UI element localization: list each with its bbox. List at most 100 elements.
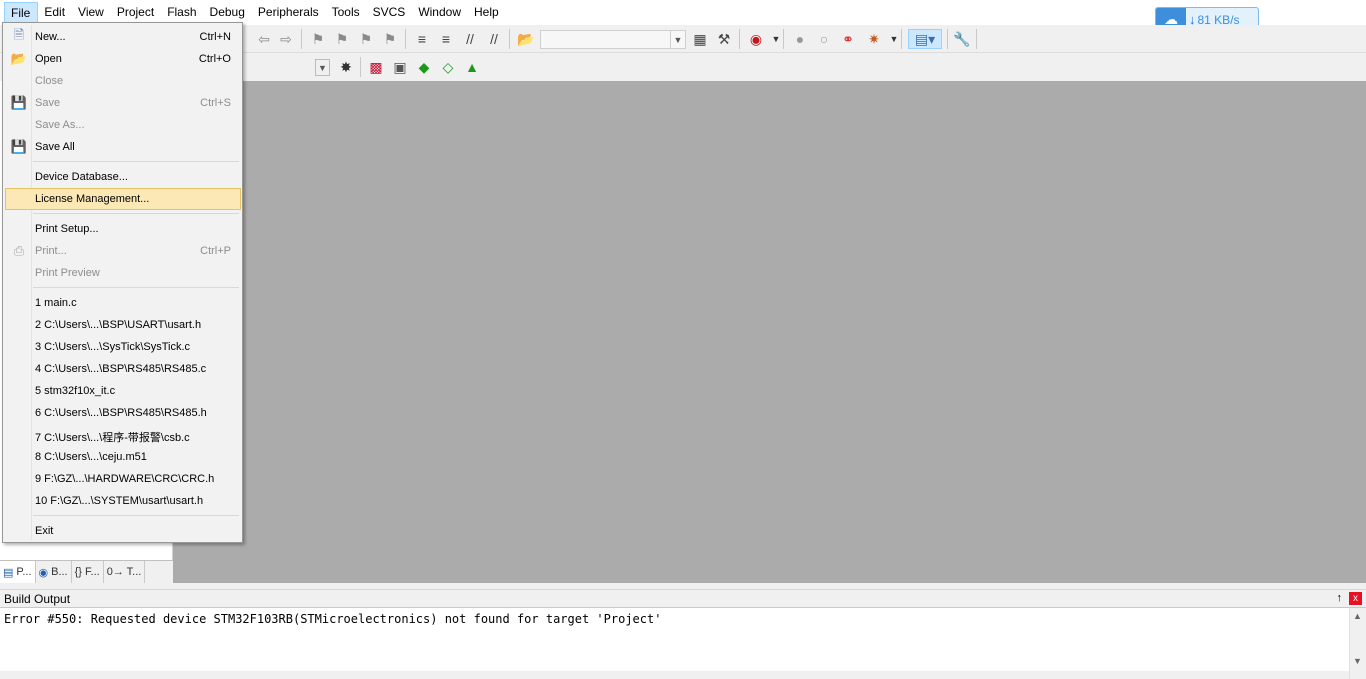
uncomment-icon[interactable]: // — [484, 29, 504, 49]
pack-installer-icon[interactable]: ◆ — [414, 57, 434, 77]
target-combo[interactable]: ▼ — [243, 58, 331, 77]
breakpoint-icon[interactable]: ● — [790, 29, 810, 49]
new-file-icon: 🗎 — [13, 27, 25, 42]
menu-item-recent-file[interactable]: 5 stm32f10x_it.c — [5, 380, 241, 402]
configure-icon[interactable]: 🔧 — [952, 29, 972, 49]
menu-tools[interactable]: Tools — [326, 2, 367, 23]
manage-rte-icon[interactable]: ▲ — [462, 57, 482, 77]
navigate-forward-icon[interactable]: ⇨ — [276, 29, 296, 49]
menu-item-close[interactable]: Close — [5, 70, 241, 92]
select-packs-icon[interactable]: ◇ — [438, 57, 458, 77]
pin-icon[interactable]: ↑ — [1337, 592, 1343, 604]
replace-icon[interactable]: ⚒ — [714, 29, 734, 49]
indent-icon[interactable]: ≡ — [412, 29, 432, 49]
menu-item-recent-file[interactable]: 9 F:\GZ\...\HARDWARE\CRC\CRC.h — [5, 468, 241, 490]
menu-item-open[interactable]: 📂 Open Ctrl+O — [5, 48, 241, 70]
prev-bookmark-icon[interactable]: ⚑ — [332, 29, 352, 49]
app-window: File Edit View Project Flash Debug Perip… — [0, 0, 1366, 679]
menu-item-save[interactable]: 💾 Save Ctrl+S — [5, 92, 241, 114]
menu-item-recent-file[interactable]: 4 C:\Users\...\BSP\RS485\RS485.c — [5, 358, 241, 380]
menu-item-label: 9 F:\GZ\...\HARDWARE\CRC\CRC.h — [35, 473, 215, 485]
menu-item-save-all[interactable]: 💾 Save All — [5, 136, 241, 158]
menu-item-label: License Management... — [35, 193, 150, 205]
scroll-up-icon[interactable]: ▲ — [1353, 611, 1362, 621]
menu-item-license-management[interactable]: License Management... — [5, 188, 241, 210]
menu-edit[interactable]: Edit — [38, 2, 72, 23]
menu-item-recent-file[interactable]: 1 main.c — [5, 292, 241, 314]
books-icon: ◉ — [38, 566, 49, 579]
clear-breakpoints-icon[interactable]: ⚭ — [838, 29, 858, 49]
kill-breakpoints-icon[interactable]: ✷ — [864, 29, 884, 49]
editor-workspace[interactable] — [173, 81, 1366, 583]
tab-books[interactable]: ◉ B... — [36, 561, 72, 583]
menu-peripherals[interactable]: Peripherals — [252, 2, 326, 23]
menu-item-new[interactable]: 🗎 New... Ctrl+N — [5, 26, 241, 48]
project-panel-tabs: ▤ P... ◉ B... {} F... 0→ T... — [0, 560, 173, 583]
menu-item-label: Print... — [35, 245, 67, 257]
menu-item-label: 1 main.c — [35, 297, 77, 309]
incremental-find-icon[interactable]: ◉ — [746, 29, 766, 49]
tab-label: B... — [51, 566, 68, 578]
unindent-icon[interactable]: ≡ — [436, 29, 456, 49]
menu-item-label: Exit — [35, 525, 54, 537]
menu-svcs[interactable]: SVCS — [367, 2, 413, 23]
menu-item-recent-file[interactable]: 10 F:\GZ\...\SYSTEM\usart\usart.h — [5, 490, 241, 512]
window-layout-icon[interactable]: ▤▾ — [908, 29, 942, 49]
menu-item-label: Save As... — [35, 119, 85, 131]
disable-breakpoint-icon[interactable]: ○ — [814, 29, 834, 49]
next-bookmark-icon[interactable]: ⚑ — [356, 29, 376, 49]
menu-view[interactable]: View — [72, 2, 111, 23]
project-icon: ▤ — [3, 566, 14, 579]
menu-separator — [33, 161, 239, 162]
manage-project-icon[interactable]: ▩ — [366, 57, 386, 77]
toolbar-separator — [301, 29, 302, 49]
menu-window[interactable]: Window — [412, 2, 468, 23]
toolbar-separator — [509, 29, 510, 49]
find-icon[interactable]: ▦ — [690, 29, 710, 49]
build-output-text: Error #550: Requested device STM32F103RB… — [4, 612, 662, 626]
menu-item-print-preview[interactable]: Print Preview — [5, 262, 241, 284]
scroll-down-icon[interactable]: ▼ — [1353, 656, 1362, 666]
toolbar-separator — [783, 29, 784, 49]
menu-help[interactable]: Help — [468, 2, 506, 23]
toolbar-separator — [739, 29, 740, 49]
menu-item-save-as[interactable]: Save As... — [5, 114, 241, 136]
horizontal-scrollbar[interactable] — [0, 671, 1349, 679]
build-output-header: Build Output ↑ x — [0, 589, 1366, 607]
navigate-back-icon[interactable]: ⇦ — [254, 29, 274, 49]
menu-item-recent-file[interactable]: 3 C:\Users\...\SysTick\SysTick.c — [5, 336, 241, 358]
menu-item-exit[interactable]: Exit — [5, 520, 241, 542]
build-output-pane[interactable]: Error #550: Requested device STM32F103RB… — [0, 607, 1366, 679]
tab-functions[interactable]: {} F... — [72, 561, 104, 583]
options-for-target-icon[interactable]: ✸ — [336, 57, 356, 77]
menu-item-label: Print Setup... — [35, 223, 99, 235]
tab-templates[interactable]: 0→ T... — [104, 561, 146, 583]
clear-bookmarks-icon[interactable]: ⚑ — [380, 29, 400, 49]
menu-item-shortcut: Ctrl+S — [200, 97, 231, 109]
menu-item-print-setup[interactable]: Print Setup... — [5, 218, 241, 240]
menu-item-device-database[interactable]: Device Database... — [5, 166, 241, 188]
vertical-scrollbar[interactable]: ▲ ▼ — [1349, 608, 1366, 679]
tab-label: 0→ T... — [106, 566, 142, 578]
close-icon[interactable]: x — [1349, 592, 1362, 605]
multi-project-icon[interactable]: ▣ — [390, 57, 410, 77]
tab-project[interactable]: ▤ P... — [0, 561, 36, 583]
menu-project[interactable]: Project — [111, 2, 161, 23]
menu-file[interactable]: File — [4, 2, 39, 23]
bookmark-icon[interactable]: ⚑ — [308, 29, 328, 49]
menu-item-recent-file[interactable]: 2 C:\Users\...\BSP\USART\usart.h — [5, 314, 241, 336]
menu-item-label: 7 C:\Users\...\程序-带报警\csb.c — [35, 432, 190, 444]
menu-item-print[interactable]: ⎙ Print... Ctrl+P — [5, 240, 241, 262]
find-combo[interactable]: ▼ — [540, 30, 686, 49]
toolbar-separator — [947, 29, 948, 49]
menu-item-recent-file[interactable]: 6 C:\Users\...\BSP\RS485\RS485.h — [5, 402, 241, 424]
comment-icon[interactable]: // — [460, 29, 480, 49]
menu-flash[interactable]: Flash — [161, 2, 203, 23]
menu-item-recent-file[interactable]: 7 C:\Users\...\程序-带报警\csb.c — [5, 424, 241, 446]
chevron-down-icon[interactable]: ▼ — [315, 59, 330, 76]
chevron-down-icon[interactable]: ▼ — [670, 31, 685, 48]
menu-item-shortcut: Ctrl+O — [198, 53, 231, 65]
find-in-files-icon[interactable]: 📂 — [516, 29, 536, 49]
menu-debug[interactable]: Debug — [204, 2, 252, 23]
menu-item-recent-file[interactable]: 8 C:\Users\...\ceju.m51 — [5, 446, 241, 468]
